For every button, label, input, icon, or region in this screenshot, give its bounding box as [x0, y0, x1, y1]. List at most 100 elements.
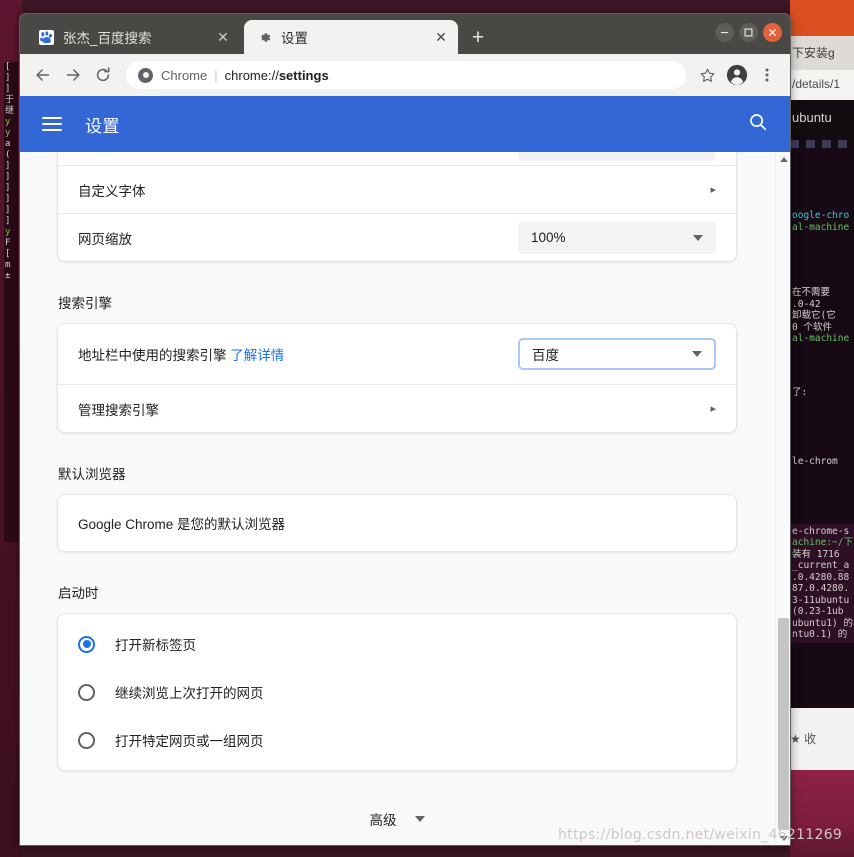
- chrome-logo-icon: [138, 67, 153, 83]
- row-label: 网页缩放: [78, 231, 132, 247]
- terminal-line: ]: [5, 205, 11, 215]
- startup-option-new-tab[interactable]: 打开新标签页: [58, 620, 736, 668]
- background-window-titlebar: [790, 0, 854, 36]
- settings-content: 自定义字体 ▸ 网页缩放 100% 搜索引擎 地址栏中使用的搜索引擎 了解详情 …: [20, 152, 790, 845]
- address-bar[interactable]: Chrome | chrome://settings: [126, 61, 686, 89]
- hamburger-icon[interactable]: [42, 117, 62, 131]
- browser-toolbar: Chrome | chrome://settings: [20, 54, 790, 96]
- tab-strip: 张杰_百度搜索 ✕ 设置 ✕ +: [20, 14, 790, 54]
- chevron-right-icon: ▸: [710, 403, 716, 415]
- omnibox-separator: |: [214, 67, 218, 83]
- terminal-line: 87.0.4280.: [792, 583, 850, 594]
- terminal-line: (: [5, 150, 11, 160]
- omnibox-url: chrome://settings: [225, 68, 329, 83]
- terminal-line: m: [5, 260, 11, 270]
- new-tab-button[interactable]: +: [464, 23, 492, 51]
- terminal-line: e-chrome-s: [792, 525, 850, 537]
- section-title-startup: 启动时: [58, 586, 99, 601]
- scrollbar-thumb[interactable]: [778, 618, 789, 830]
- baidu-paw-icon: [38, 29, 54, 45]
- omnibox-url-prefix: chrome://: [224, 67, 279, 83]
- back-button[interactable]: [28, 60, 58, 90]
- background-bookmark-bar[interactable]: ★ 收: [790, 708, 854, 770]
- page-title: 设置: [85, 116, 120, 136]
- terminal-line: ]: [5, 161, 11, 171]
- terminal-line: .0.4280.88: [792, 571, 850, 583]
- radio-icon[interactable]: [78, 635, 95, 653]
- row-custom-fonts[interactable]: 自定义字体 ▸: [58, 165, 736, 213]
- close-button[interactable]: [763, 23, 782, 42]
- startup-option-continue[interactable]: 继续浏览上次打开的网页: [58, 668, 736, 716]
- maximize-button[interactable]: [739, 23, 758, 42]
- reload-button[interactable]: [88, 60, 118, 90]
- avatar-icon[interactable]: [722, 60, 752, 90]
- background-bookmark-label: 收: [804, 732, 817, 746]
- tab-title: 张杰_百度搜索: [63, 31, 152, 46]
- startup-option-specific-pages[interactable]: 打开特定网页或一组网页: [58, 716, 736, 764]
- radio-label: 打开新标签页: [115, 638, 196, 653]
- radio-icon[interactable]: [78, 731, 95, 749]
- chrome-menu-icon[interactable]: [752, 60, 782, 90]
- search-icon[interactable]: [748, 112, 768, 137]
- radio-label: 继续浏览上次打开的网页: [115, 686, 264, 701]
- terminal-line: ]: [5, 84, 11, 94]
- background-ubuntu-label: ubuntu: [790, 100, 854, 140]
- search-engine-select[interactable]: 百度: [518, 338, 716, 370]
- section-title-default-browser: 默认浏览器: [58, 467, 126, 482]
- radio-icon[interactable]: [78, 683, 95, 701]
- terminal-line: y: [5, 128, 11, 138]
- startup-card: 打开新标签页 继续浏览上次打开的网页 打开特定网页或一组网页: [57, 613, 737, 771]
- search-engine-card: 地址栏中使用的搜索引擎 了解详情 百度 管理搜索引擎 ▸: [57, 323, 737, 433]
- terminal-line: le-chrom: [792, 456, 838, 467]
- background-window-url[interactable]: /details/1: [790, 70, 854, 100]
- default-browser-card: Google Chrome 是您的默认浏览器: [57, 494, 737, 552]
- terminal-line: 装有 1716: [792, 548, 840, 560]
- terminal-line: a: [5, 139, 11, 149]
- terminal-line: ]: [5, 194, 11, 204]
- appearance-clipped-row: [58, 152, 736, 165]
- window-controls: [715, 23, 782, 42]
- terminal-line: 在不需要: [792, 287, 831, 298]
- background-terminal-left[interactable]: [ ] ] 于 继 y y a ( ] ] ] ] ] ] y F [ m ±: [4, 62, 18, 542]
- terminal-line: al-machine: [792, 221, 850, 233]
- settings-scrollbar[interactable]: [775, 152, 790, 845]
- row-page-zoom[interactable]: 网页缩放 100%: [58, 213, 736, 261]
- learn-more-link[interactable]: 了解详情: [230, 348, 284, 363]
- background-terminal-right[interactable]: oogle-chro al-machine 在不需要 .0-42 卸载它(它 0…: [790, 148, 854, 708]
- close-icon[interactable]: ✕: [432, 28, 450, 46]
- section-title-search-engine: 搜索引擎: [58, 296, 112, 311]
- terminal-line: ±: [5, 271, 11, 281]
- chevron-down-icon: [693, 234, 703, 241]
- terminal-line: al-machine: [792, 333, 850, 344]
- terminal-line: y: [5, 227, 11, 237]
- gear-icon: [256, 29, 272, 45]
- background-wallpaper-bottom: [790, 770, 854, 857]
- tab-baidu-search[interactable]: 张杰_百度搜索 ✕: [26, 20, 240, 54]
- terminal-line: ubuntu1) 的: [792, 617, 853, 629]
- terminal-line: 继: [5, 106, 15, 116]
- search-engine-value: 百度: [532, 348, 559, 363]
- star-icon: ★: [790, 732, 801, 746]
- scrollbar-up-button[interactable]: [776, 152, 790, 166]
- tab-settings[interactable]: 设置 ✕: [244, 20, 458, 54]
- terminal-line: (0.23-1ub: [792, 606, 844, 617]
- terminal-line: achine:~/下: [792, 537, 853, 548]
- close-icon[interactable]: ✕: [214, 28, 232, 46]
- forward-button[interactable]: [58, 60, 88, 90]
- terminal-line: 于: [5, 95, 15, 105]
- bookmark-star-icon[interactable]: [692, 60, 722, 90]
- clipped-select[interactable]: [518, 152, 716, 161]
- row-label: 地址栏中使用的搜索引擎 了解详情: [78, 344, 518, 364]
- background-window-tab[interactable]: 下安装g: [790, 36, 854, 70]
- appearance-card: 自定义字体 ▸ 网页缩放 100%: [57, 152, 737, 262]
- terminal-line: ]: [5, 172, 11, 182]
- terminal-line: ]: [5, 216, 11, 226]
- terminal-line: 0 个软件: [792, 321, 832, 333]
- page-zoom-select[interactable]: 100%: [518, 221, 716, 254]
- row-address-bar-engine[interactable]: 地址栏中使用的搜索引擎 了解详情 百度: [58, 324, 736, 384]
- omnibox-scheme-label: Chrome: [161, 67, 208, 83]
- row-manage-search-engines[interactable]: 管理搜索引擎 ▸: [58, 384, 736, 432]
- terminal-line: 了:: [792, 386, 808, 398]
- minimize-button[interactable]: [715, 23, 734, 42]
- terminal-line: .0-42: [792, 298, 821, 310]
